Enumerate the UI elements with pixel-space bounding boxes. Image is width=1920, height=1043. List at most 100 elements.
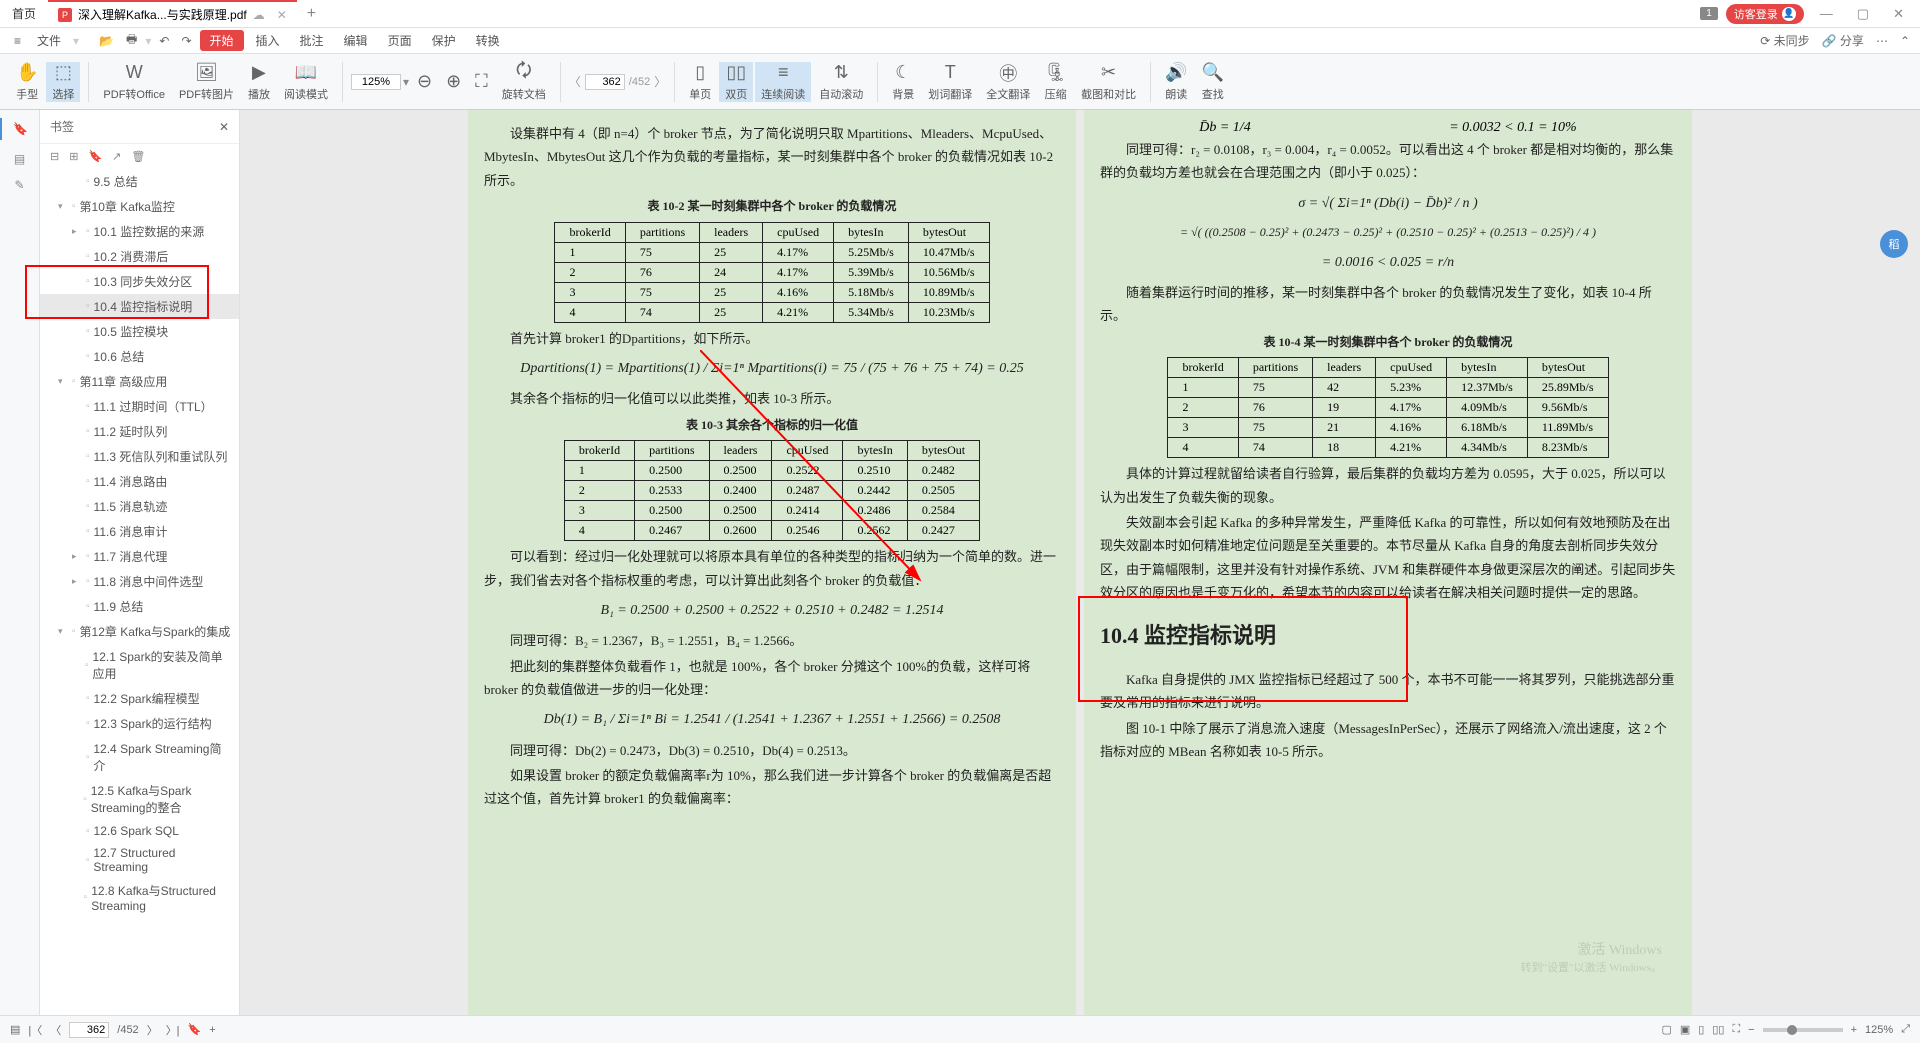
tool-read-mode[interactable]: 📖阅读模式 bbox=[278, 62, 334, 102]
tool-select[interactable]: ⬚选择 bbox=[46, 62, 80, 102]
print-icon[interactable]: 🖶 bbox=[122, 30, 141, 51]
status-add-icon[interactable]: + bbox=[209, 1024, 215, 1036]
status-mode-4-icon[interactable]: ▯▯ bbox=[1712, 1023, 1724, 1036]
outline-item[interactable]: ▫12.6 Spark SQL bbox=[40, 820, 239, 842]
menu-protect[interactable]: 保护 bbox=[424, 32, 464, 49]
outline-item[interactable]: ▫9.5 总结 bbox=[40, 169, 239, 194]
tool-autoscroll[interactable]: ⇅自动滚动 bbox=[813, 62, 869, 102]
tab-home[interactable]: 首页 bbox=[0, 0, 48, 27]
status-prev-page[interactable]: 〈 bbox=[50, 1022, 61, 1038]
outline-export-icon[interactable]: ↗ bbox=[112, 150, 121, 163]
outline-item[interactable]: ▫11.2 延时队列 bbox=[40, 419, 239, 444]
tool-single-page[interactable]: ▯单页 bbox=[683, 62, 717, 102]
unsync-label[interactable]: ⟳ 未同步 bbox=[1760, 32, 1809, 49]
prev-page-button[interactable]: 〈 bbox=[569, 73, 581, 90]
outline-item[interactable]: ▾▫第10章 Kafka监控 bbox=[40, 194, 239, 219]
status-first-page[interactable]: |〈 bbox=[28, 1022, 42, 1038]
status-view-icon[interactable]: ▤ bbox=[10, 1023, 20, 1036]
outline-delete-icon[interactable]: 🗑 bbox=[131, 150, 145, 163]
outline-item[interactable]: ▫11.1 过期时间（TTL） bbox=[40, 394, 239, 419]
menu-page[interactable]: 页面 bbox=[380, 32, 420, 49]
page-input[interactable] bbox=[585, 74, 625, 90]
tool-crop-compare[interactable]: ✂截图和对比 bbox=[1075, 62, 1142, 102]
zoom-out-icon[interactable]: − bbox=[1748, 1024, 1754, 1036]
zoom-in-icon[interactable]: + bbox=[1851, 1024, 1857, 1036]
zoom-input[interactable] bbox=[351, 74, 401, 90]
login-button[interactable]: 访客登录👤 bbox=[1726, 4, 1804, 24]
outline-item[interactable]: ▫10.3 同步失效分区 bbox=[40, 269, 239, 294]
outline-collapse-icon[interactable]: ⊟ bbox=[50, 150, 59, 163]
close-button[interactable]: ✕ bbox=[1885, 6, 1912, 22]
outline-close-icon[interactable]: ✕ bbox=[219, 120, 229, 134]
more-icon[interactable]: ⋯ bbox=[1876, 34, 1888, 48]
menu-insert[interactable]: 插入 bbox=[248, 32, 288, 49]
tool-hand[interactable]: ✋手型 bbox=[10, 62, 44, 102]
status-next-page[interactable]: 〉 bbox=[147, 1022, 158, 1038]
outline-item[interactable]: ▫11.9 总结 bbox=[40, 594, 239, 619]
new-tab-button[interactable]: + bbox=[297, 5, 326, 23]
share-label[interactable]: 🔗 分享 bbox=[1822, 32, 1864, 49]
status-mode-3-icon[interactable]: ▯ bbox=[1698, 1023, 1704, 1036]
tab-document[interactable]: P 深入理解Kafka...与实践原理.pdf ☁ ✕ bbox=[48, 0, 297, 27]
outline-item[interactable]: ▸▫11.7 消息代理 bbox=[40, 544, 239, 569]
tool-read-aloud[interactable]: 🔊朗读 bbox=[1159, 62, 1193, 102]
tool-continuous[interactable]: ≡连续阅读 bbox=[755, 62, 811, 102]
outline-item[interactable]: ▫11.3 死信队列和重试队列 bbox=[40, 444, 239, 469]
menu-edit[interactable]: 编辑 bbox=[336, 32, 376, 49]
tool-word-trans[interactable]: T划词翻译 bbox=[922, 62, 978, 102]
menu-start[interactable]: 开始 bbox=[200, 30, 244, 51]
outline-add-icon[interactable]: 🔖 bbox=[88, 150, 102, 163]
outline-item[interactable]: ▫12.7 Structured Streaming bbox=[40, 842, 239, 878]
outline-item[interactable]: ▾▫第12章 Kafka与Spark的集成 bbox=[40, 619, 239, 644]
outline-item[interactable]: ▫10.4 监控指标说明 bbox=[40, 294, 239, 319]
outline-item[interactable]: ▫11.6 消息审计 bbox=[40, 519, 239, 544]
floating-assistant-icon[interactable]: 稻 bbox=[1880, 230, 1908, 258]
tool-fit[interactable]: ⛶ bbox=[469, 71, 494, 93]
redo-icon[interactable]: ↷ bbox=[177, 34, 195, 48]
outline-item[interactable]: ▫12.4 Spark Streaming简介 bbox=[40, 736, 239, 778]
sidebar-thumbnail-icon[interactable]: ▤ bbox=[14, 152, 25, 166]
menu-file[interactable]: 文件 bbox=[29, 32, 69, 49]
open-icon[interactable]: 📂 bbox=[95, 34, 118, 48]
tool-double-page[interactable]: ▯▯双页 bbox=[719, 62, 753, 102]
outline-item[interactable]: ▫10.6 总结 bbox=[40, 344, 239, 369]
menu-convert[interactable]: 转换 bbox=[468, 32, 508, 49]
close-tab-icon[interactable]: ✕ bbox=[277, 8, 287, 22]
tool-fulltext-trans[interactable]: ㊥全文翻译 bbox=[980, 62, 1036, 102]
sidebar-bookmark-icon[interactable]: 🔖 bbox=[0, 118, 39, 140]
outline-expand-icon[interactable]: ⊞ bbox=[69, 150, 78, 163]
tool-background[interactable]: ☾背景 bbox=[886, 62, 920, 102]
outline-item[interactable]: ▫12.8 Kafka与Structured Streaming bbox=[40, 878, 239, 917]
menu-icon[interactable]: ≡ bbox=[10, 34, 25, 48]
tool-rotate[interactable]: 🗘旋转文档 bbox=[496, 62, 552, 102]
outline-item[interactable]: ▫10.2 消费滞后 bbox=[40, 244, 239, 269]
status-last-page[interactable]: 〉| bbox=[166, 1022, 180, 1038]
tool-play[interactable]: ▶播放 bbox=[242, 62, 276, 102]
status-mode-2-icon[interactable]: ▣ bbox=[1680, 1023, 1690, 1036]
outline-item[interactable]: ▫12.3 Spark的运行结构 bbox=[40, 711, 239, 736]
status-mode-1-icon[interactable]: ▢ bbox=[1661, 1023, 1671, 1036]
next-page-button[interactable]: 〉 bbox=[654, 73, 666, 90]
tool-pdf-img[interactable]: 🖼PDF转图片 bbox=[173, 62, 240, 102]
outline-item[interactable]: ▾▫第11章 高级应用 bbox=[40, 369, 239, 394]
outline-item[interactable]: ▫12.2 Spark编程模型 bbox=[40, 686, 239, 711]
menu-review[interactable]: 批注 bbox=[292, 32, 332, 49]
outline-item[interactable]: ▫12.1 Spark的安装及简单应用 bbox=[40, 644, 239, 686]
status-mode-5-icon[interactable]: ⛶ bbox=[1732, 1023, 1740, 1036]
document-viewport[interactable]: 设集群中有 4（即 n=4）个 broker 节点，为了简化说明只取 Mpart… bbox=[240, 110, 1920, 1015]
maximize-button[interactable]: ▢ bbox=[1849, 6, 1877, 22]
outline-item[interactable]: ▫12.5 Kafka与Spark Streaming的整合 bbox=[40, 778, 239, 820]
collapse-icon[interactable]: ⌃ bbox=[1900, 34, 1910, 48]
undo-icon[interactable]: ↶ bbox=[155, 34, 173, 48]
outline-item[interactable]: ▫10.5 监控模块 bbox=[40, 319, 239, 344]
notification-badge[interactable]: 1 bbox=[1700, 7, 1718, 20]
minimize-button[interactable]: — bbox=[1812, 6, 1841, 21]
tool-compress[interactable]: 🗜压缩 bbox=[1038, 62, 1073, 102]
status-page-input[interactable] bbox=[69, 1022, 109, 1038]
outline-item[interactable]: ▸▫10.1 监控数据的来源 bbox=[40, 219, 239, 244]
zoom-slider[interactable] bbox=[1763, 1028, 1843, 1032]
tool-zoom-out[interactable]: ⊖ bbox=[411, 71, 438, 93]
sidebar-annotation-icon[interactable]: ✎ bbox=[14, 178, 24, 192]
tool-pdf-office[interactable]: WPDF转Office bbox=[97, 62, 171, 102]
outline-item[interactable]: ▫11.5 消息轨迹 bbox=[40, 494, 239, 519]
